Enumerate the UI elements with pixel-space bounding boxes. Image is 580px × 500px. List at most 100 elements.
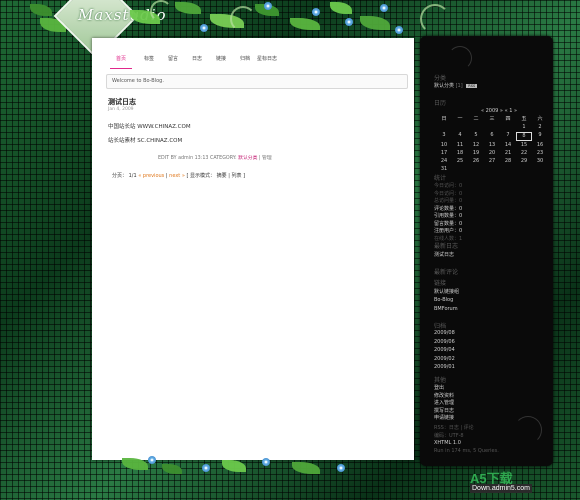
stats-item[interactable]: 评论数量：0 [434, 205, 462, 212]
view-mode-summary-link[interactable]: 摘要 [217, 173, 227, 179]
calendar-day[interactable]: 11 [452, 142, 468, 149]
nav-item-guestbook[interactable]: 留言 [161, 56, 185, 63]
calendar-day[interactable]: 26 [468, 158, 484, 165]
archive-month-link[interactable]: 2009/02 [434, 356, 455, 362]
post-date: Jan 4, 2009 [108, 107, 134, 112]
nav-item-starred[interactable]: 星标日志 [257, 56, 277, 63]
stats-item[interactable]: 总访问量：0 [434, 197, 462, 204]
nav-item-home[interactable]: 首页 [110, 56, 132, 63]
other-menu-link[interactable]: 撰写日志 [434, 407, 454, 414]
calendar-header[interactable]: « 2009 » « 1 » [446, 108, 552, 114]
calendar-day[interactable]: 21 [500, 150, 516, 157]
swirl-decoration [448, 46, 472, 70]
calendar-day[interactable]: 28 [500, 158, 516, 165]
calendar-day[interactable]: 22 [516, 150, 532, 157]
calendar-day[interactable]: 17 [436, 150, 452, 157]
calendar-day[interactable]: 4 [452, 132, 468, 139]
archive-month-link[interactable]: 2009/04 [434, 347, 455, 353]
recent-posts-heading: 最新日志 [434, 243, 459, 250]
rss-badge[interactable]: RSS [466, 83, 478, 88]
calendar-day[interactable]: 7 [500, 132, 516, 139]
nav-item-links[interactable]: 链接 [209, 56, 233, 63]
calendar-day[interactable]: 19 [468, 150, 484, 157]
xhtml-info[interactable]: XHTML 1.0 [434, 440, 461, 446]
swirl-decoration [514, 416, 542, 444]
other-menu-link[interactable]: 登出 [434, 384, 444, 391]
stats-item[interactable]: 注册用户：0 [434, 227, 462, 234]
calendar-day[interactable]: 6 [484, 132, 500, 139]
calendar-day[interactable]: 25 [452, 158, 468, 165]
calendar-day[interactable]: 24 [436, 158, 452, 165]
calendar-day[interactable]: 13 [484, 142, 500, 149]
calendar-day[interactable]: 1 [516, 124, 532, 131]
sidebar-link-item[interactable]: 默认链接组 [434, 288, 459, 295]
archive-month-link[interactable]: 2009/01 [434, 364, 455, 370]
calendar-day [436, 124, 452, 131]
calendar-day[interactable]: 29 [516, 158, 532, 165]
post-category-link[interactable]: 默认分类 [238, 156, 257, 161]
flower-icon [200, 24, 208, 32]
calendar-weekday: 五 [521, 116, 527, 122]
sidebar-link-item[interactable]: BMForum [434, 306, 458, 312]
other-menu-link[interactable]: 申请链接 [434, 414, 454, 421]
calendar-day[interactable]: 15 [516, 142, 532, 149]
runtime-info: Run in 174 ms, 5 Queries. [434, 448, 499, 454]
post-title[interactable]: 测试日志 [108, 97, 136, 107]
calendar-weekday: 四 [505, 116, 511, 122]
flower-icon [148, 456, 156, 464]
calendar-weekday: 二 [473, 116, 479, 122]
calendar-day[interactable]: 9 [532, 132, 548, 139]
calendar-day[interactable]: 2 [532, 124, 548, 131]
view-mode-list-link[interactable]: | 列表 ] [228, 173, 245, 179]
sidebar-link-item[interactable]: Bo-Blog [434, 297, 453, 303]
calendar-heading: 日历 [434, 100, 447, 107]
leaf-decoration [162, 464, 182, 474]
stats-item[interactable]: 留言数量：0 [434, 220, 462, 227]
flower-icon [337, 464, 345, 472]
archive-month-link[interactable]: 2009/06 [434, 339, 455, 345]
calendar-day[interactable]: 12 [468, 142, 484, 149]
leaf-decoration [122, 458, 148, 470]
calendar-day[interactable]: 10 [436, 142, 452, 149]
stats-item[interactable]: 今日访问：0 [434, 182, 462, 189]
calendar-day[interactable]: 20 [484, 150, 500, 157]
flower-icon [264, 2, 272, 10]
calendar-day[interactable]: 31 [436, 166, 452, 173]
calendar-day[interactable]: 18 [452, 150, 468, 157]
rss-links[interactable]: RSS：日志 | 评论 [434, 424, 474, 431]
nav-item-logs[interactable]: 日志 [185, 56, 209, 63]
nav-item-archive[interactable]: 归档 [233, 56, 257, 63]
post-meta-prefix: EDIT BY admin 13:13 CATEGORY: [158, 156, 237, 161]
other-menu-link[interactable]: 修改资料 [434, 392, 454, 399]
category-count: [1] [455, 83, 463, 89]
pager-prev-link[interactable]: « previous [138, 173, 164, 179]
stats-item[interactable]: 引用数量：0 [434, 212, 462, 219]
calendar-day[interactable]: 27 [484, 158, 500, 165]
pager-label: 分页： [112, 173, 128, 179]
calendar-day[interactable]: 3 [436, 132, 452, 139]
calendar-grid: 日一二三四五六 1 2 3 4 5 6 7 8 9 10 11 12 13 14 15 16 17 18 19 20 21… [436, 116, 552, 173]
other-menu-link[interactable]: 进入管理 [434, 399, 454, 406]
recent-post-link[interactable]: 测试日志 [434, 251, 454, 258]
stats-item[interactable]: 今日访问：0 [434, 190, 462, 197]
calendar-day[interactable]: 16 [532, 142, 548, 149]
leaf-decoration [222, 460, 246, 472]
calendar-day[interactable]: 23 [532, 150, 548, 157]
archive-month-link[interactable]: 2009/08 [434, 330, 455, 336]
category-link[interactable]: 默认分类 [434, 83, 454, 89]
main-navigation: 首页 标签 留言 日志 链接 归档 星标日志 [110, 56, 277, 63]
calendar-weekday: 一 [457, 116, 463, 122]
calendar-day [500, 166, 516, 173]
calendar-day[interactable]: 5 [468, 132, 484, 139]
calendar-day[interactable]: 30 [532, 158, 548, 165]
watermark: A5下载 Down.admin5.com [470, 468, 578, 498]
archive-heading: 归档 [434, 323, 447, 330]
nav-item-tags[interactable]: 标签 [137, 56, 161, 63]
post-manage-link[interactable]: | 管理 [259, 156, 272, 161]
calendar-day[interactable]: 14 [500, 142, 516, 149]
calendar-day [484, 124, 500, 131]
calendar-day [516, 166, 532, 173]
watermark-url: Down.admin5.com [470, 484, 532, 493]
calendar-day[interactable]: 8 [516, 132, 532, 141]
pager-next-link[interactable]: next » [169, 173, 185, 179]
